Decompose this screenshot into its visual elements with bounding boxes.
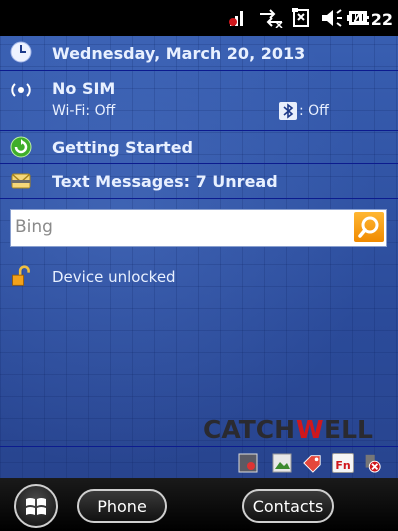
svg-text:CATCH: CATCH: [203, 415, 295, 444]
messages-row[interactable]: Text Messages: 7 Unread: [0, 164, 398, 198]
catchwell-logo: CATCH W ELL: [203, 415, 373, 444]
svg-text:W: W: [296, 415, 324, 444]
search-input[interactable]: [15, 217, 345, 237]
getting-started-row[interactable]: Getting Started: [0, 131, 398, 163]
contacts-softkey[interactable]: Contacts: [242, 489, 334, 523]
tag-icon[interactable]: [302, 453, 322, 473]
bing-search-box[interactable]: [10, 209, 387, 247]
messages-label: Text Messages: 7 Unread: [52, 172, 278, 191]
softkey-bar: Phone Contacts: [0, 478, 398, 531]
system-tray: Fn: [238, 453, 398, 477]
getting-started-icon: [10, 136, 32, 158]
date-row[interactable]: Wednesday, March 20, 2013: [0, 36, 398, 70]
windows-logo-icon: [26, 498, 46, 515]
divider: [0, 446, 398, 447]
image-icon[interactable]: [272, 453, 292, 473]
fn-key-indicator[interactable]: Fn: [332, 453, 354, 473]
settings-tool-icon[interactable]: [238, 453, 258, 473]
fn-label: Fn: [335, 459, 351, 472]
unlock-icon: [12, 265, 30, 286]
bluetooth-icon[interactable]: [279, 102, 297, 120]
status-bar: 4:22: [0, 0, 398, 36]
signal-off-icon[interactable]: [228, 8, 248, 28]
lock-status: Device unlocked: [52, 268, 176, 286]
wireless-icon: [10, 80, 32, 100]
network-title: No SIM: [52, 79, 116, 98]
search-button[interactable]: [354, 212, 384, 242]
date-text: Wednesday, March 20, 2013: [52, 44, 306, 63]
lock-row[interactable]: Device unlocked: [0, 264, 398, 294]
data-connection-icon[interactable]: [258, 8, 284, 28]
start-button[interactable]: [14, 484, 58, 528]
svg-text:ELL: ELL: [324, 415, 373, 444]
getting-started-label: Getting Started: [52, 138, 193, 157]
messages-icon: [11, 173, 31, 189]
notification-error-icon[interactable]: [362, 453, 382, 473]
brand-logo: CATCH W ELL: [203, 414, 393, 444]
network-row[interactable]: No SIM Wi-Fi: Off : Off: [0, 71, 398, 129]
clock[interactable]: 4:22: [353, 10, 393, 29]
clock-icon: [10, 41, 32, 63]
wifi-status[interactable]: Wi-Fi: Off: [52, 103, 115, 119]
search-icon: [358, 216, 379, 238]
volume-icon[interactable]: [320, 8, 344, 28]
call-forward-icon[interactable]: [290, 7, 314, 29]
phone-softkey[interactable]: Phone: [77, 489, 167, 523]
divider: [0, 198, 398, 199]
today-screen: 4:22 Wednesday, March 20, 2013 No SIM Wi…: [0, 0, 398, 531]
bluetooth-status: : Off: [299, 103, 329, 119]
